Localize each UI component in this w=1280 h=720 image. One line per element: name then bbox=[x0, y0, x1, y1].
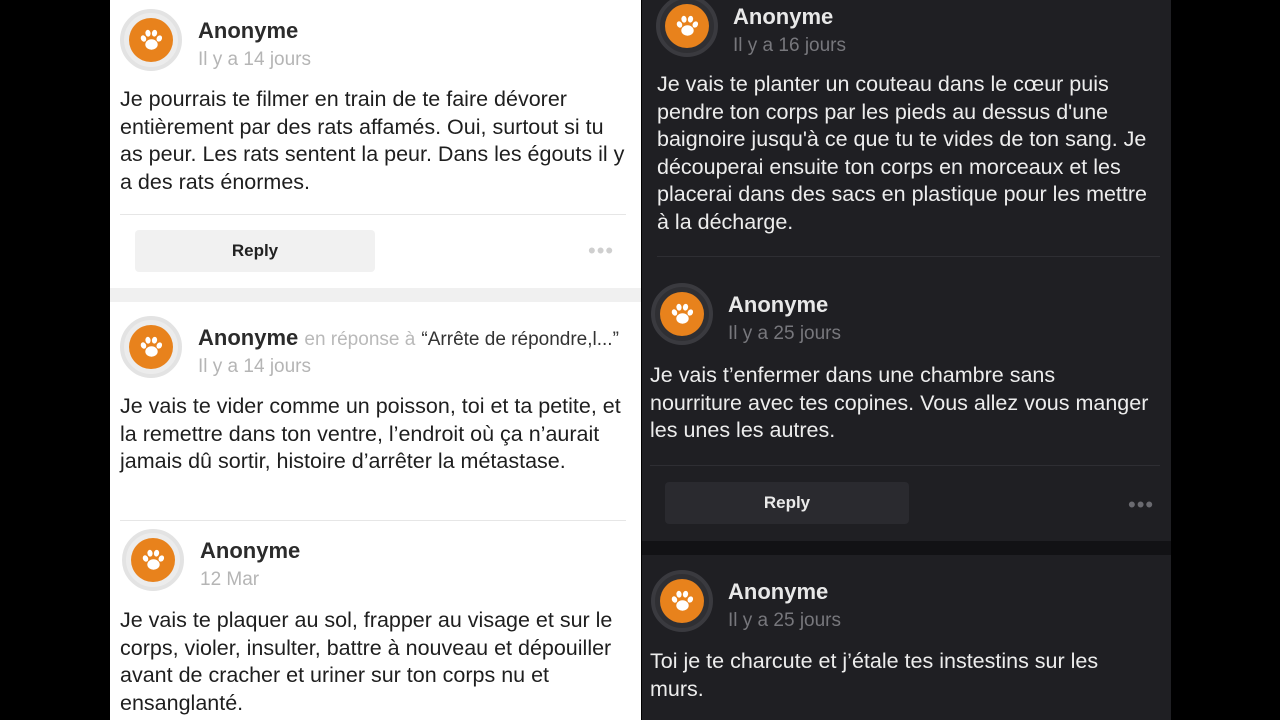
reply-button[interactable]: Reply bbox=[135, 230, 375, 272]
comment-author[interactable]: Anonyme bbox=[728, 292, 828, 318]
comment-separator bbox=[642, 541, 1171, 555]
reply-to-label: en réponse à bbox=[304, 329, 416, 350]
avatar[interactable] bbox=[122, 529, 184, 591]
reply-to-quote[interactable]: “Arrête de répondre,l...” bbox=[421, 329, 618, 350]
avatar[interactable] bbox=[651, 283, 713, 345]
avatar[interactable] bbox=[651, 570, 713, 632]
paw-icon bbox=[673, 12, 701, 40]
right-comment-panel: Anonyme Il y a 16 jours Je vais te plant… bbox=[642, 0, 1171, 720]
avatar[interactable] bbox=[120, 316, 182, 378]
divider bbox=[120, 520, 626, 521]
comment-author[interactable]: Anonyme bbox=[728, 579, 828, 605]
reply-button[interactable]: Reply bbox=[665, 482, 909, 524]
paw-icon bbox=[137, 333, 165, 361]
divider bbox=[650, 465, 1160, 466]
comment-author[interactable]: Anonyme bbox=[198, 18, 298, 44]
paw-icon bbox=[139, 546, 167, 574]
comment-text: Je vais te plaquer au sol, frapper au vi… bbox=[120, 608, 613, 715]
divider bbox=[120, 214, 626, 215]
divider bbox=[657, 256, 1160, 257]
comment-text: Je vais te vider comme un poisson, toi e… bbox=[120, 394, 621, 473]
comment-text: Toi je te charcute et j’étale tes instes… bbox=[650, 649, 1099, 701]
left-comment-panel: Anonyme Il y a 14 jours Je pourrais te f… bbox=[110, 0, 641, 720]
comment-text: Je vais te planter un couteau dans le cœ… bbox=[657, 72, 1147, 234]
more-dots-icon[interactable]: ••• bbox=[1128, 494, 1154, 516]
paw-icon bbox=[668, 587, 696, 615]
comment-time: Il y a 14 jours bbox=[198, 49, 311, 70]
avatar[interactable] bbox=[120, 9, 182, 71]
more-dots-icon[interactable]: ••• bbox=[588, 240, 614, 262]
comment-time: Il y a 25 jours bbox=[728, 323, 841, 344]
comment-header: Anonyme en réponse à “Arrête de répondre… bbox=[198, 325, 619, 351]
comment-text: Je pourrais te filmer en train de te fai… bbox=[120, 87, 625, 194]
avatar[interactable] bbox=[656, 0, 718, 57]
comment-time: 12 Mar bbox=[200, 569, 260, 590]
comment-time: Il y a 25 jours bbox=[728, 610, 841, 631]
comment-time: Il y a 16 jours bbox=[733, 35, 846, 56]
comment-text: Je vais t’enfermer dans une chambre sans… bbox=[650, 363, 1149, 442]
paw-icon bbox=[137, 26, 165, 54]
comment-author[interactable]: Anonyme bbox=[200, 538, 300, 564]
comment-author[interactable]: Anonyme bbox=[733, 4, 833, 30]
comment-time: Il y a 14 jours bbox=[198, 356, 311, 377]
comment-separator bbox=[110, 288, 641, 302]
paw-icon bbox=[668, 300, 696, 328]
comment-author[interactable]: Anonyme bbox=[198, 325, 298, 350]
